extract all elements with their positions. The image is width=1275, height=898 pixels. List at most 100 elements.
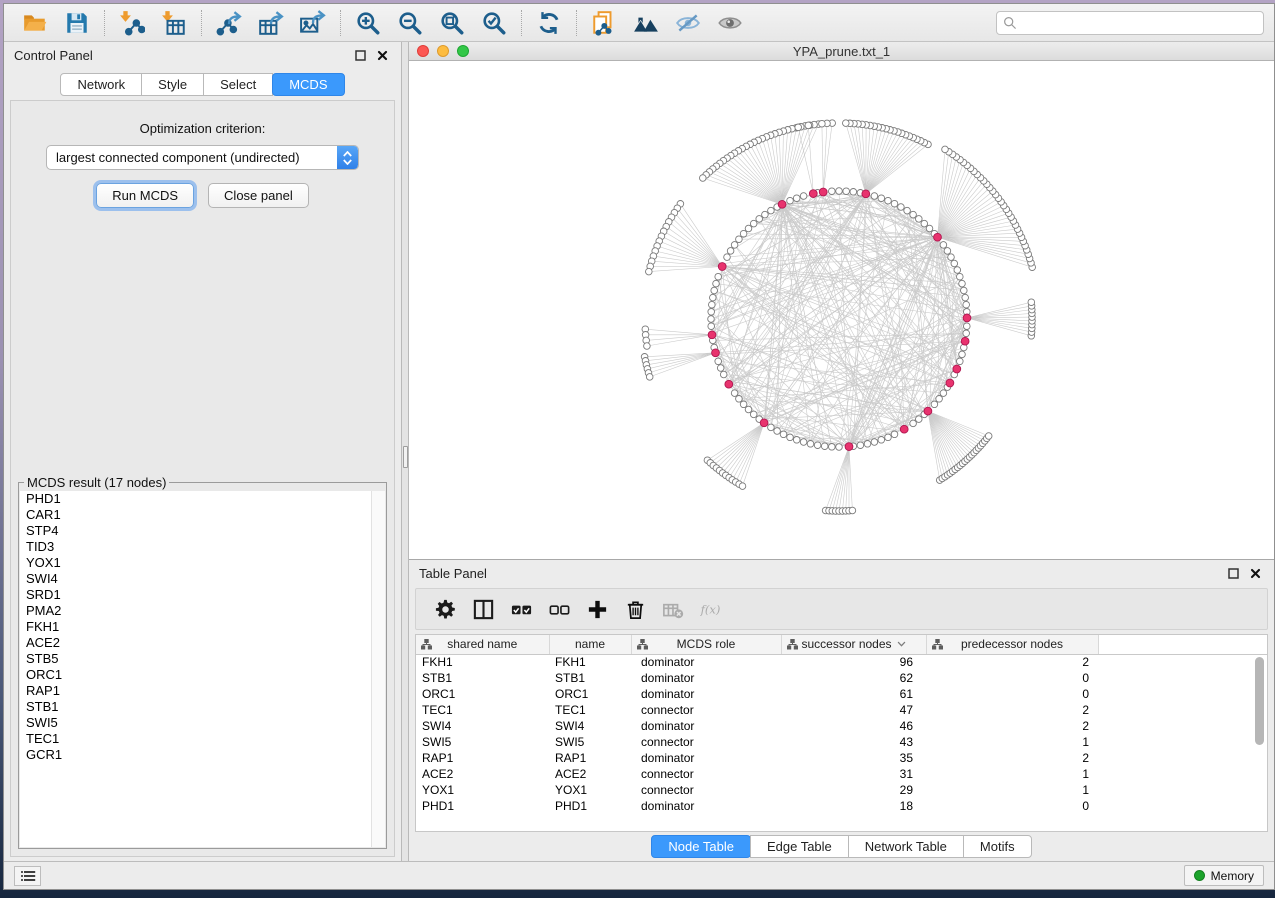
- memory-button[interactable]: Memory: [1184, 865, 1264, 886]
- hide-selected-button[interactable]: [667, 8, 709, 38]
- tab-edge-table[interactable]: Edge Table: [750, 835, 849, 858]
- export-table-button[interactable]: [250, 8, 292, 38]
- tab-select[interactable]: Select: [203, 73, 273, 96]
- import-network-button[interactable]: [111, 8, 153, 38]
- run-mcds-button[interactable]: Run MCDS: [96, 183, 194, 208]
- float-table-panel-icon[interactable]: [1224, 564, 1242, 582]
- network-titlebar: YPA_prune.txt_1: [409, 42, 1274, 61]
- show-all-button[interactable]: [709, 8, 751, 38]
- save-session-button[interactable]: [56, 8, 98, 38]
- mcds-result-item[interactable]: PMA2: [20, 603, 385, 619]
- search-input[interactable]: [1021, 16, 1257, 30]
- mcds-result-item[interactable]: STP4: [20, 523, 385, 539]
- duplicate-network-button[interactable]: [583, 8, 625, 38]
- tab-mcds[interactable]: MCDS: [272, 73, 344, 96]
- zoom-selected-button[interactable]: [473, 8, 515, 38]
- mcds-result-item[interactable]: RAP1: [20, 683, 385, 699]
- mcds-result-item[interactable]: ACE2: [20, 635, 385, 651]
- zoom-fit-icon: [439, 10, 465, 36]
- tab-network[interactable]: Network: [60, 73, 142, 96]
- optimization-select[interactable]: largest connected component (undirected): [46, 145, 359, 170]
- deselect-all-columns-button[interactable]: [540, 594, 578, 624]
- vertical-splitter[interactable]: [401, 42, 409, 861]
- mcds-result-item[interactable]: STB1: [20, 699, 385, 715]
- tab-style[interactable]: Style: [141, 73, 204, 96]
- column-header-predecessor-nodes[interactable]: predecessor nodes: [926, 635, 1098, 654]
- zoom-in-button[interactable]: [347, 8, 389, 38]
- cell-filler: [1098, 750, 1267, 766]
- first-neighbors-button[interactable]: [625, 8, 667, 38]
- node-table-grid[interactable]: shared namenameMCDS rolesuccessor nodesp…: [415, 634, 1268, 832]
- search-box[interactable]: [996, 11, 1264, 35]
- cell-successor-nodes: 43: [781, 734, 926, 750]
- cell-successor-nodes: 47: [781, 702, 926, 718]
- table-row[interactable]: YOX1YOX1connector291: [416, 782, 1267, 798]
- zoom-out-button[interactable]: [389, 8, 431, 38]
- save-session-icon: [64, 10, 90, 36]
- mcds-result-item[interactable]: YOX1: [20, 555, 385, 571]
- table-panel-title: Table Panel: [419, 566, 487, 581]
- tab-motifs[interactable]: Motifs: [963, 835, 1032, 858]
- cell-MCDS-role: connector: [631, 782, 781, 798]
- mcds-result-item[interactable]: GCR1: [20, 747, 385, 763]
- first-neighbors-icon: [633, 10, 659, 36]
- toolbar-separator: [340, 10, 341, 36]
- add-column-button[interactable]: [578, 594, 616, 624]
- close-table-panel-icon[interactable]: [1246, 564, 1264, 582]
- mcds-result-item[interactable]: SWI5: [20, 715, 385, 731]
- import-table-button[interactable]: [153, 8, 195, 38]
- toolbar-separator: [576, 10, 577, 36]
- cell-shared-name: ORC1: [416, 686, 549, 702]
- table-row[interactable]: SWI5SWI5connector431: [416, 734, 1267, 750]
- mcds-result-item[interactable]: ORC1: [20, 667, 385, 683]
- float-panel-icon[interactable]: [351, 46, 369, 64]
- network-canvas[interactable]: [409, 61, 1274, 559]
- table-row[interactable]: STB1STB1dominator620: [416, 670, 1267, 686]
- panel-menu-button[interactable]: [14, 866, 41, 886]
- table-row[interactable]: FKH1FKH1dominator962: [416, 654, 1267, 670]
- column-header-MCDS-role[interactable]: MCDS role: [631, 635, 781, 654]
- table-row[interactable]: PHD1PHD1dominator180: [416, 798, 1267, 814]
- split-panel-button[interactable]: [464, 594, 502, 624]
- mcds-result-item[interactable]: TEC1: [20, 731, 385, 747]
- table-row[interactable]: ORC1ORC1dominator610: [416, 686, 1267, 702]
- cell-name: ORC1: [549, 686, 631, 702]
- close-panel-button[interactable]: Close panel: [208, 183, 309, 208]
- column-header-successor-nodes[interactable]: successor nodes: [781, 635, 926, 654]
- mcds-result-item[interactable]: PHD1: [20, 491, 385, 507]
- close-panel-icon[interactable]: [373, 46, 391, 64]
- mcds-result-item[interactable]: TID3: [20, 539, 385, 555]
- delete-column-button[interactable]: [616, 594, 654, 624]
- table-row[interactable]: RAP1RAP1dominator352: [416, 750, 1267, 766]
- function-builder-icon: f(x): [700, 598, 723, 621]
- export-image-button[interactable]: [292, 8, 334, 38]
- table-scrollbar[interactable]: [1254, 639, 1265, 827]
- table-row[interactable]: SWI4SWI4dominator462: [416, 718, 1267, 734]
- table-scrollbar-thumb[interactable]: [1255, 657, 1264, 745]
- tab-node-table[interactable]: Node Table: [651, 835, 751, 858]
- tab-network-table[interactable]: Network Table: [848, 835, 964, 858]
- select-all-columns-button[interactable]: [502, 594, 540, 624]
- mcds-result-item[interactable]: CAR1: [20, 507, 385, 523]
- column-header-shared-name[interactable]: shared name: [416, 635, 549, 654]
- table-row[interactable]: TEC1TEC1connector472: [416, 702, 1267, 718]
- mcds-result-item[interactable]: SRD1: [20, 587, 385, 603]
- table-row[interactable]: ACE2ACE2connector311: [416, 766, 1267, 782]
- refresh-layout-button[interactable]: [528, 8, 570, 38]
- mcds-result-item[interactable]: SWI4: [20, 571, 385, 587]
- result-list-scrollbar[interactable]: [371, 491, 385, 847]
- open-file-button[interactable]: [14, 8, 56, 38]
- column-settings-button[interactable]: [426, 594, 464, 624]
- cell-predecessor-nodes: 0: [926, 686, 1098, 702]
- splitter-grip[interactable]: [403, 446, 408, 468]
- export-network-button[interactable]: [208, 8, 250, 38]
- zoom-fit-button[interactable]: [431, 8, 473, 38]
- mcds-result-list[interactable]: PHD1CAR1STP4TID3YOX1SWI4SRD1PMA2FKH1ACE2…: [20, 491, 385, 847]
- cell-filler: [1098, 782, 1267, 798]
- column-header-name[interactable]: name: [549, 635, 631, 654]
- cell-shared-name: YOX1: [416, 782, 549, 798]
- mcds-result-item[interactable]: STB5: [20, 651, 385, 667]
- cell-name: SWI5: [549, 734, 631, 750]
- mcds-result-item[interactable]: FKH1: [20, 619, 385, 635]
- cell-successor-nodes: 31: [781, 766, 926, 782]
